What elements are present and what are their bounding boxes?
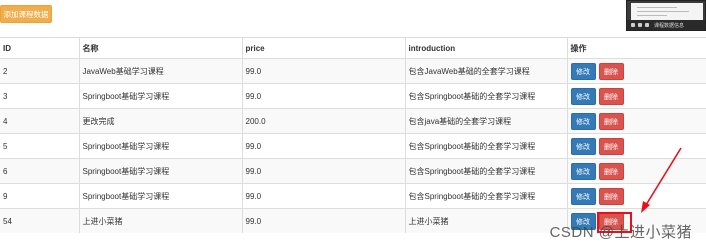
annotation-arrow-icon bbox=[641, 147, 682, 213]
csdn-watermark: CSDN @上进小菜猪 bbox=[549, 224, 692, 241]
